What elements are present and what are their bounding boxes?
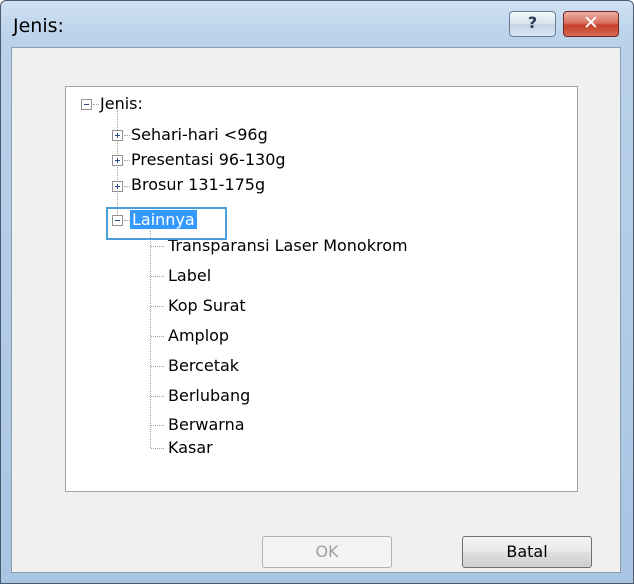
expand-icon[interactable] (112, 130, 123, 141)
collapse-icon[interactable] (81, 99, 92, 110)
help-button[interactable]: ? (509, 11, 556, 37)
tree-item-amplop[interactable]: Amplop (168, 324, 229, 348)
tree-item-kop-surat[interactable]: Kop Surat (168, 294, 246, 318)
tree-item-sehari-hari[interactable]: Sehari-hari <96g (131, 123, 268, 147)
tree-root[interactable]: Jenis: (100, 92, 143, 116)
title-bar: Jenis: ? ✕ (1, 1, 633, 47)
dialog-window: Jenis: ? ✕ Jenis: Sehari-hari <96g Prese… (0, 0, 634, 584)
tree-item-presentasi[interactable]: Presentasi 96-130g (131, 148, 286, 172)
media-type-tree[interactable]: Jenis: Sehari-hari <96g Presentasi 96-13… (65, 86, 578, 492)
cancel-button[interactable]: Batal (462, 536, 592, 568)
expand-icon[interactable] (112, 155, 123, 166)
selection-callout-frame (106, 207, 227, 240)
close-button[interactable]: ✕ (563, 11, 619, 37)
tree-item-berwarna[interactable]: Berwarna (168, 413, 245, 437)
ok-button[interactable]: OK (262, 536, 392, 568)
expand-icon[interactable] (112, 181, 123, 192)
tree-item-berlubang[interactable]: Berlubang (168, 384, 250, 408)
dialog-content: Jenis: Sehari-hari <96g Presentasi 96-13… (11, 47, 621, 573)
tree-item-kasar[interactable]: Kasar (168, 436, 213, 460)
close-icon: ✕ (583, 12, 599, 34)
tree-item-label[interactable]: Label (168, 264, 211, 288)
tree-item-brosur[interactable]: Brosur 131-175g (131, 173, 265, 197)
window-title: Jenis: (13, 15, 64, 37)
help-icon: ? (527, 13, 538, 32)
tree-item-bercetak[interactable]: Bercetak (168, 354, 239, 378)
